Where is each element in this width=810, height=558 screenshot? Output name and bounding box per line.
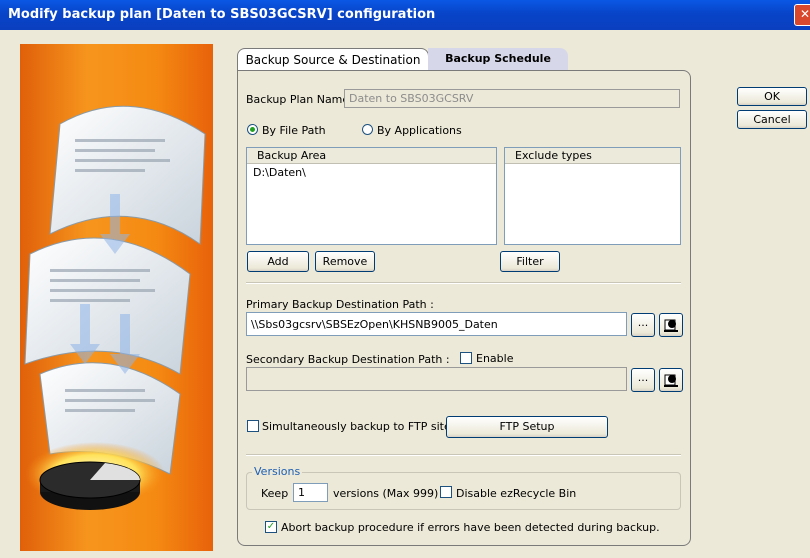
by-file-path-label: By File Path (262, 124, 326, 137)
browse-label: ... (637, 316, 649, 329)
exclude-types-list[interactable]: Exclude types (504, 147, 681, 245)
source-destination-panel: Backup Plan Name: Daten to SBS03GCSRV By… (237, 70, 691, 546)
remove-button[interactable]: Remove (315, 251, 375, 272)
exclude-types-header: Exclude types (505, 148, 680, 164)
backup-area-header: Backup Area (247, 148, 496, 164)
banner-image (20, 44, 213, 551)
disable-recycle-checkbox[interactable] (440, 486, 452, 498)
divider (246, 282, 681, 284)
primary-path-label: Primary Backup Destination Path : (246, 298, 434, 311)
tab-backup-source-destination[interactable]: Backup Source & Destination (237, 48, 429, 71)
secondary-path-label: Secondary Backup Destination Path : (246, 353, 450, 366)
secondary-enable-label: Enable (476, 352, 514, 365)
by-applications-radio[interactable] (362, 124, 373, 135)
title-bar[interactable]: Modify backup plan [Daten to SBS03GCSRV]… (0, 0, 810, 30)
close-icon: ✕ (799, 7, 810, 21)
ok-button[interactable]: OK (737, 87, 807, 106)
by-applications-label: By Applications (377, 124, 462, 137)
primary-network-button[interactable] (659, 313, 683, 337)
backup-area-list[interactable]: Backup Area D:\Daten\ (246, 147, 497, 245)
secondary-network-button[interactable] (659, 368, 683, 392)
browse-label: ... (637, 371, 649, 384)
primary-browse-button[interactable]: ... (631, 313, 655, 337)
by-file-path-radio[interactable] (247, 124, 258, 135)
dialog-window: Modify backup plan [Daten to SBS03GCSRV]… (0, 0, 810, 558)
ftp-backup-checkbox[interactable] (247, 420, 259, 432)
versions-suffix: versions (Max 999) (333, 487, 439, 500)
keep-label: Keep (261, 487, 289, 500)
secondary-enable-checkbox[interactable] (460, 352, 472, 364)
plan-name-label: Backup Plan Name: (246, 93, 353, 106)
window-title: Modify backup plan [Daten to SBS03GCSRV]… (8, 7, 436, 22)
secondary-path-field[interactable] (246, 367, 627, 391)
secondary-browse-button[interactable]: ... (631, 368, 655, 392)
cancel-button[interactable]: Cancel (737, 110, 807, 129)
close-button[interactable]: ✕ (794, 4, 810, 26)
versions-group-title: Versions (252, 465, 303, 478)
abort-on-error-checkbox[interactable]: ✓ (265, 521, 277, 533)
network-drive-icon (664, 319, 678, 332)
plan-name-field[interactable]: Daten to SBS03GCSRV (344, 89, 680, 108)
add-button[interactable]: Add (247, 251, 309, 272)
list-item[interactable]: D:\Daten\ (247, 164, 496, 181)
primary-path-field[interactable]: \\Sbs03gcsrv\SBSEzOpen\KHSNB9005_Daten (246, 312, 627, 336)
ftp-backup-label: Simultaneously backup to FTP site (262, 420, 451, 433)
divider (246, 454, 681, 456)
keep-versions-field[interactable]: 1 (293, 483, 328, 502)
ftp-setup-button[interactable]: FTP Setup (446, 416, 608, 438)
abort-on-error-label: Abort backup procedure if errors have be… (281, 521, 660, 534)
banner-illustration (24, 105, 206, 510)
tab-backup-schedule[interactable]: Backup Schedule (428, 48, 568, 70)
network-drive-icon (664, 374, 678, 387)
filter-button[interactable]: Filter (500, 251, 560, 272)
disable-recycle-label: Disable ezRecycle Bin (456, 487, 577, 500)
